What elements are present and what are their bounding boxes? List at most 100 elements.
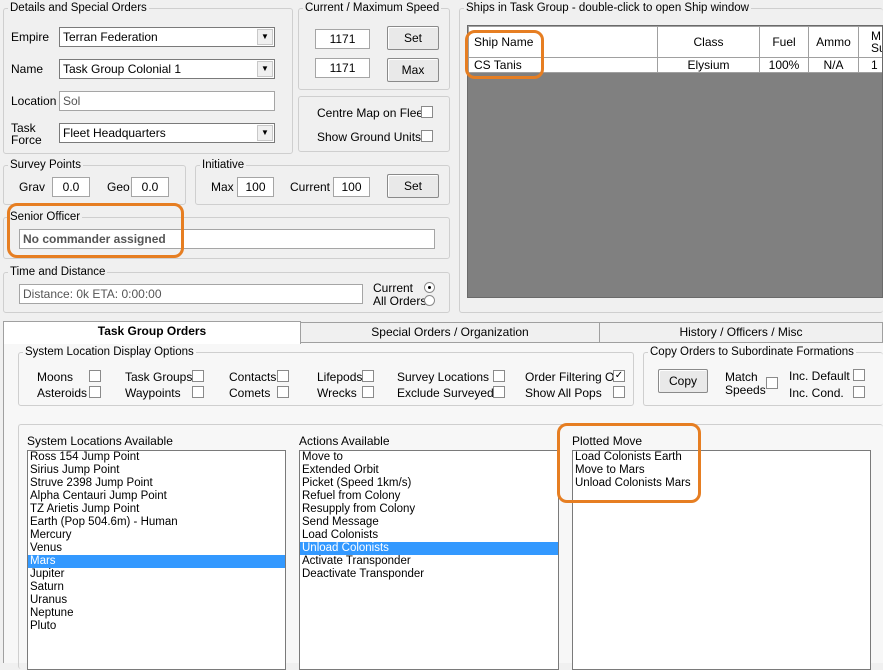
col-msup-line2: Sup — [871, 41, 883, 55]
show-ground-checkbox[interactable] — [421, 130, 433, 142]
lifepods-label: Lifepods — [317, 370, 362, 384]
centre-map-checkbox[interactable] — [421, 106, 433, 118]
list-item-selected[interactable]: Unload Colonists — [300, 542, 558, 555]
max-speed-button[interactable]: Max — [387, 58, 439, 82]
ship-class-cell[interactable]: Elysium — [658, 58, 760, 73]
list-item[interactable]: Send Message — [300, 516, 558, 529]
list-item[interactable]: Load Colonists Earth — [573, 451, 870, 464]
col-ammo[interactable]: Ammo — [809, 27, 859, 58]
ship-fuel-cell[interactable]: 100% — [760, 58, 809, 73]
grav-field[interactable]: 0.0 — [52, 177, 90, 197]
chevron-down-icon[interactable]: ▼ — [257, 29, 273, 45]
table-row[interactable]: CS Tanis Elysium 100% N/A 1 — [469, 58, 883, 73]
col-fuel[interactable]: Fuel — [760, 27, 809, 58]
grav-label: Grav — [19, 180, 45, 194]
list-item-selected[interactable]: Mars — [28, 555, 285, 568]
show-all-pops-checkbox[interactable] — [613, 386, 625, 398]
tab-special-orders[interactable]: Special Orders / Organization — [300, 322, 600, 342]
waypoints-checkbox[interactable] — [192, 386, 204, 398]
initiative-current-field[interactable]: 100 — [333, 177, 370, 197]
actions-title: Actions Available — [299, 434, 390, 448]
survey-locations-checkbox[interactable] — [493, 370, 505, 382]
list-item[interactable]: Alpha Centauri Jump Point — [28, 490, 285, 503]
exclude-surveyed-label: Exclude Surveyed — [397, 386, 494, 400]
moons-label: Moons — [37, 370, 73, 384]
taskforce-select[interactable]: Fleet Headquarters ▼ — [59, 123, 275, 143]
name-value: Task Group Colonial 1 — [63, 62, 181, 76]
ships-table: Ship Name Class Fuel Ammo M Sup CS Tanis… — [468, 26, 883, 73]
initiative-max-label: Max — [211, 180, 234, 194]
location-field[interactable]: Sol — [59, 91, 275, 111]
exclude-surveyed-checkbox[interactable] — [493, 386, 505, 398]
list-item[interactable]: Venus — [28, 542, 285, 555]
checkmark-icon: ✓ — [615, 370, 623, 381]
geo-field[interactable]: 0.0 — [131, 177, 169, 197]
list-item[interactable]: Ross 154 Jump Point — [28, 451, 285, 464]
inc-cond-label: Inc. Cond. — [789, 386, 844, 400]
all-orders-radio[interactable] — [424, 295, 435, 306]
list-item[interactable]: Activate Transponder — [300, 555, 558, 568]
list-item[interactable]: Saturn — [28, 581, 285, 594]
list-item[interactable]: Struve 2398 Jump Point — [28, 477, 285, 490]
wrecks-label: Wrecks — [317, 386, 357, 400]
ships-grid[interactable]: Ship Name Class Fuel Ammo M Sup CS Tanis… — [467, 25, 883, 298]
inc-default-label: Inc. Default — [789, 369, 850, 383]
list-item[interactable]: Picket (Speed 1km/s) — [300, 477, 558, 490]
list-item[interactable]: Pluto — [28, 620, 285, 633]
col-msup[interactable]: M Sup — [859, 27, 883, 58]
set-initiative-button[interactable]: Set — [387, 174, 439, 198]
list-item[interactable]: Jupiter — [28, 568, 285, 581]
show-all-pops-label: Show All Pops — [525, 386, 602, 400]
contacts-checkbox[interactable] — [277, 370, 289, 382]
current-radio[interactable] — [424, 282, 435, 293]
name-select[interactable]: Task Group Colonial 1 ▼ — [59, 59, 275, 79]
chevron-down-icon[interactable]: ▼ — [257, 61, 273, 77]
col-class[interactable]: Class — [658, 27, 760, 58]
max-speed-field[interactable]: 1171 — [315, 58, 370, 78]
list-item[interactable]: Move to — [300, 451, 558, 464]
tab-history-officers[interactable]: History / Officers / Misc — [599, 322, 883, 342]
list-item[interactable]: Extended Orbit — [300, 464, 558, 477]
list-item[interactable]: Neptune — [28, 607, 285, 620]
ship-sup-cell[interactable]: 1 — [859, 58, 883, 73]
chevron-down-icon[interactable]: ▼ — [257, 125, 273, 141]
list-item[interactable]: TZ Arietis Jump Point — [28, 503, 285, 516]
empire-select[interactable]: Terran Federation ▼ — [59, 27, 275, 47]
inc-default-checkbox[interactable] — [853, 369, 865, 381]
asteroids-checkbox[interactable] — [89, 386, 101, 398]
actions-list[interactable]: Move to Extended Orbit Picket (Speed 1km… — [299, 450, 559, 670]
current-speed-field[interactable]: 1171 — [315, 29, 370, 49]
inc-cond-checkbox[interactable] — [853, 386, 865, 398]
order-filtering-checkbox[interactable]: ✓ — [613, 370, 625, 382]
task-groups-checkbox[interactable] — [192, 370, 204, 382]
comets-checkbox[interactable] — [277, 386, 289, 398]
plotted-move-list[interactable]: Load Colonists Earth Move to Mars Unload… — [572, 450, 871, 670]
list-item[interactable]: Mercury — [28, 529, 285, 542]
col-ship-name[interactable]: Ship Name — [469, 27, 658, 58]
system-locations-list[interactable]: Ross 154 Jump Point Sirius Jump Point St… — [27, 450, 286, 670]
list-item[interactable]: Earth (Pop 504.6m) - Human — [28, 516, 285, 529]
list-item[interactable]: Uranus — [28, 594, 285, 607]
list-item[interactable]: Refuel from Colony — [300, 490, 558, 503]
taskforce-label-2: Force — [11, 133, 42, 147]
tab-task-group-orders[interactable]: Task Group Orders — [3, 321, 301, 344]
list-item[interactable]: Sirius Jump Point — [28, 464, 285, 477]
copy-button[interactable]: Copy — [658, 369, 708, 393]
list-item[interactable]: Resupply from Colony — [300, 503, 558, 516]
order-filtering-label: Order Filtering On — [525, 370, 621, 384]
list-item[interactable]: Load Colonists — [300, 529, 558, 542]
moons-checkbox[interactable] — [89, 370, 101, 382]
initiative-current-label: Current — [290, 180, 330, 194]
list-item[interactable]: Move to Mars — [573, 464, 870, 477]
lifepods-checkbox[interactable] — [362, 370, 374, 382]
contacts-label: Contacts — [229, 370, 276, 384]
wrecks-checkbox[interactable] — [362, 386, 374, 398]
ship-ammo-cell[interactable]: N/A — [809, 58, 859, 73]
name-label: Name — [11, 62, 43, 76]
list-item[interactable]: Deactivate Transponder — [300, 568, 558, 581]
list-item[interactable]: Unload Colonists Mars — [573, 477, 870, 490]
set-speed-button[interactable]: Set — [387, 26, 439, 50]
match-speeds-checkbox[interactable] — [766, 377, 778, 389]
initiative-max-field: 100 — [237, 177, 274, 197]
ship-name-cell[interactable]: CS Tanis — [469, 58, 658, 73]
